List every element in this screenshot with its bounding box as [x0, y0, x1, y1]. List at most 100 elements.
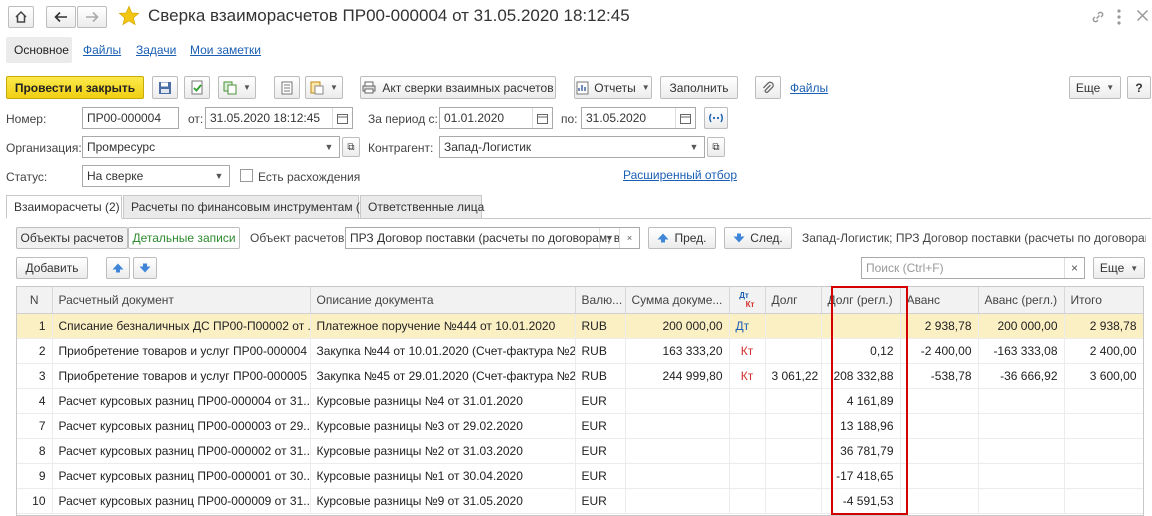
advanced-filter-link[interactable]: Расширенный отбор — [623, 168, 737, 182]
list-more-button[interactable]: Еще ▼ — [1093, 257, 1145, 279]
next-button[interactable]: След. — [724, 227, 792, 249]
cell-document[interactable]: Расчет курсовых разниц ПР00-000009 от 31… — [52, 488, 311, 514]
cell-n[interactable]: 4 — [17, 388, 53, 414]
col-header-debt[interactable]: Долг — [765, 287, 822, 314]
files-link[interactable]: Файлы — [790, 81, 828, 95]
cell-dt-kt[interactable]: Кт — [729, 363, 766, 389]
cell-advance[interactable] — [900, 488, 979, 514]
cell-document[interactable]: Приобретение товаров и услуг ПР00-000004… — [52, 338, 311, 364]
status-select[interactable]: На сверке ▼ — [82, 165, 230, 187]
previous-button[interactable]: Пред. — [648, 227, 716, 249]
detail-records-button[interactable]: Детальные записи — [128, 227, 240, 249]
table-row[interactable]: 2 Приобретение товаров и услуг ПР00-0000… — [17, 338, 1143, 364]
period-select-button[interactable] — [704, 107, 728, 129]
col-header-dt-kt[interactable]: Дт Кт — [729, 287, 766, 314]
settlement-object-field[interactable]: ПРЗ Договор поставки (расчеты по договор… — [345, 227, 640, 249]
cell-document[interactable]: Расчет курсовых разниц ПР00-000002 от 31… — [52, 438, 311, 464]
cell-debt-reg[interactable]: 36 781,79 — [821, 438, 901, 464]
calendar-button[interactable] — [532, 108, 552, 128]
create-based-on-button[interactable]: ▼ — [218, 76, 256, 99]
open-organization-button[interactable]: ⧉ — [342, 137, 360, 157]
table-row[interactable]: 4 Расчет курсовых разниц ПР00-000004 от … — [17, 388, 1143, 414]
cell-advance[interactable] — [900, 388, 979, 414]
move-down-button[interactable] — [133, 257, 157, 279]
cell-advance-reg[interactable] — [978, 488, 1065, 514]
col-header-description[interactable]: Описание документа — [310, 287, 576, 314]
table-row[interactable]: 7 Расчет курсовых разниц ПР00-000003 от … — [17, 413, 1143, 439]
table-row[interactable]: 10 Расчет курсовых разниц ПР00-000009 от… — [17, 488, 1143, 514]
favorite-star-icon[interactable] — [118, 5, 140, 27]
move-up-button[interactable] — [106, 257, 130, 279]
cell-debt[interactable] — [765, 438, 822, 464]
organization-field[interactable]: Промресурс ▼ — [82, 136, 340, 158]
cell-n[interactable]: 3 — [17, 363, 53, 389]
cell-n[interactable]: 1 — [17, 313, 53, 339]
cell-advance[interactable]: 2 938,78 — [900, 313, 979, 339]
cell-advance-reg[interactable]: -36 666,92 — [978, 363, 1065, 389]
cell-document[interactable]: Расчет курсовых разниц ПР00-000004 от 31… — [52, 388, 311, 414]
cell-advance[interactable] — [900, 413, 979, 439]
cell-total[interactable] — [1064, 413, 1143, 439]
cell-debt-reg[interactable]: 4 161,89 — [821, 388, 901, 414]
back-button[interactable] — [46, 6, 76, 28]
cell-debt[interactable] — [765, 463, 822, 489]
dropdown-button[interactable]: ▼ — [599, 228, 619, 248]
cell-dt-kt[interactable] — [729, 438, 766, 464]
nav-tab-files[interactable]: Файлы — [83, 43, 121, 57]
cell-debt-reg[interactable]: -4 591,53 — [821, 488, 901, 514]
cell-debt[interactable] — [765, 488, 822, 514]
cell-advance-reg[interactable]: -163 333,08 — [978, 338, 1065, 364]
period-to-field[interactable]: 31.05.2020 — [581, 107, 696, 129]
cell-debt[interactable] — [765, 313, 822, 339]
table-row[interactable]: 9 Расчет курсовых разниц ПР00-000001 от … — [17, 463, 1143, 489]
close-icon[interactable] — [1136, 9, 1149, 25]
cell-debt[interactable] — [765, 388, 822, 414]
cell-advance[interactable] — [900, 463, 979, 489]
cell-sum[interactable] — [625, 438, 730, 464]
col-header-n[interactable]: N — [17, 287, 53, 314]
cell-total[interactable] — [1064, 463, 1143, 489]
cell-advance[interactable]: -2 400,00 — [900, 338, 979, 364]
cell-n[interactable]: 2 — [17, 338, 53, 364]
fill-button[interactable]: Заполнить — [660, 76, 738, 99]
nav-tab-notes[interactable]: Мои заметки — [190, 43, 261, 57]
cell-debt-reg[interactable]: -17 418,65 — [821, 463, 901, 489]
cell-debt-reg[interactable]: 208 332,88 — [821, 363, 901, 389]
dropdown-button[interactable]: ▼ — [209, 166, 229, 186]
cell-description[interactable]: Закупка №45 от 29.01.2020 (Счет-фактура … — [310, 363, 576, 389]
cell-description[interactable]: Курсовые разницы №1 от 30.04.2020 — [310, 463, 576, 489]
cell-currency[interactable]: EUR — [575, 463, 626, 489]
cell-dt-kt[interactable] — [729, 388, 766, 414]
cell-debt-reg[interactable] — [821, 313, 901, 339]
cell-n[interactable]: 7 — [17, 413, 53, 439]
cell-advance-reg[interactable]: 200 000,00 — [978, 313, 1065, 339]
cell-dt-kt[interactable] — [729, 488, 766, 514]
tab-financial-instruments[interactable]: Расчеты по финансовым инструментам (2) — [123, 195, 371, 219]
col-header-currency[interactable]: Валю... — [575, 287, 626, 314]
cell-dt-kt[interactable] — [729, 463, 766, 489]
table-row[interactable]: 3 Приобретение товаров и услуг ПР00-0000… — [17, 363, 1143, 389]
more-vertical-icon[interactable] — [1116, 8, 1122, 29]
help-button[interactable]: ? — [1127, 76, 1151, 99]
reports-button[interactable]: Отчеты ▼ — [574, 76, 652, 99]
cell-advance[interactable]: -538,78 — [900, 363, 979, 389]
cell-total[interactable] — [1064, 388, 1143, 414]
cell-currency[interactable]: RUB — [575, 363, 626, 389]
cell-description[interactable]: Закупка №44 от 10.01.2020 (Счет-фактура … — [310, 338, 576, 364]
col-header-advance-reg[interactable]: Аванс (регл.) — [978, 287, 1065, 314]
col-header-sum[interactable]: Сумма докуме... — [625, 287, 730, 314]
cell-sum[interactable] — [625, 413, 730, 439]
cell-advance-reg[interactable] — [978, 438, 1065, 464]
more-button[interactable]: Еще ▼ — [1069, 76, 1121, 99]
cell-total[interactable]: 2 400,00 — [1064, 338, 1143, 364]
calendar-button[interactable] — [675, 108, 695, 128]
cell-currency[interactable]: EUR — [575, 488, 626, 514]
cell-sum[interactable] — [625, 388, 730, 414]
cell-description[interactable]: Курсовые разницы №4 от 31.01.2020 — [310, 388, 576, 414]
cell-n[interactable]: 8 — [17, 438, 53, 464]
cell-description[interactable]: Курсовые разницы №9 от 31.05.2020 — [310, 488, 576, 514]
table-row[interactable]: 1 Списание безналичных ДС ПР00-П00002 от… — [17, 313, 1143, 339]
print-list-button[interactable] — [274, 76, 300, 99]
cell-description[interactable]: Курсовые разницы №2 от 31.03.2020 — [310, 438, 576, 464]
clear-search-button[interactable]: × — [1064, 258, 1084, 278]
